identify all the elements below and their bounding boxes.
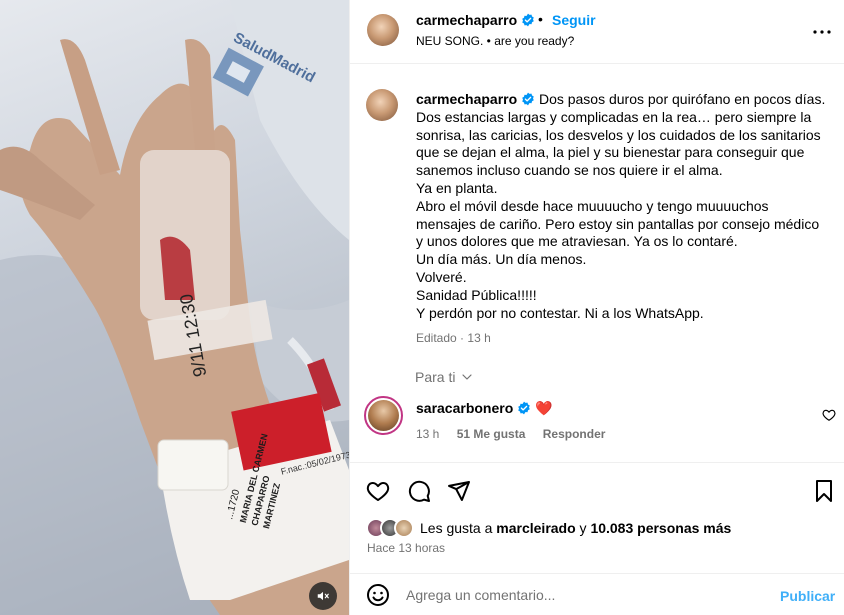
caption-username[interactable]: carmechaparro [416, 91, 517, 107]
hospital-photo: SaludMadrid 9/11 12:30 ...1720 MARIA DEL… [0, 0, 349, 615]
follow-button[interactable]: Seguir [552, 12, 596, 28]
caption-line: mensajes de cariño. Pero estoy sin panta… [416, 215, 820, 232]
action-bar [350, 462, 844, 510]
audio-track[interactable]: NEU SONG. • are you ready? [416, 34, 574, 48]
caption-line: y unos dolores que me atraviesan. Ya os … [416, 233, 738, 250]
caption-line: carmechaparro Dos pasos duros por quiróf… [416, 91, 836, 109]
caption-line: sanemos incluso cuando se nos quiere ir … [416, 162, 723, 179]
author-name-row: carmechaparro [416, 12, 535, 28]
likes-prefix: Les gusta a [420, 520, 493, 536]
more-horizontal-icon[interactable] [810, 20, 834, 44]
likes-text[interactable]: Les gusta a marcleirado y 10.083 persona… [420, 520, 731, 536]
comment-text: ❤️ [535, 400, 553, 416]
reply-button[interactable]: Responder [543, 427, 606, 441]
save-bookmark-icon[interactable] [812, 479, 836, 503]
publish-button[interactable]: Publicar [780, 588, 835, 604]
commenter-avatar[interactable] [364, 396, 403, 435]
comment-filter-dropdown[interactable]: Para ti [415, 369, 473, 385]
caption-line: sonrisa, las caricias, los desvelos y lo… [416, 126, 821, 143]
emoji-icon[interactable] [366, 583, 390, 607]
verified-badge-icon [518, 401, 530, 415]
post-caption: carmechaparro Dos pasos duros por quiróf… [416, 91, 836, 322]
caption-line: Ya en planta. [416, 179, 498, 196]
post-header: carmechaparro • Seguir NEU SONG. • are y… [350, 0, 844, 64]
comment-time[interactable]: 13 h [416, 427, 439, 441]
chevron-down-icon [462, 374, 472, 380]
add-comment-bar: Publicar [350, 573, 844, 615]
caption-time[interactable]: 13 h [467, 331, 490, 345]
comment-likes[interactable]: 51 Me gusta [457, 427, 526, 441]
liker-avatar[interactable] [394, 518, 414, 538]
commenter-username[interactable]: saracarbonero [416, 400, 513, 416]
likes-others[interactable]: 10.083 personas más [590, 520, 731, 536]
caption-text: Dos pasos duros por quirófano en pocos d… [538, 91, 826, 107]
caption-line: Sanidad Pública!!!!! [416, 286, 537, 303]
post-time-ago[interactable]: Hace 13 horas [367, 541, 445, 555]
separator-dot: • [538, 11, 543, 27]
like-comment-heart-icon[interactable] [822, 408, 836, 422]
verified-badge-icon [522, 92, 534, 106]
mute-button[interactable] [309, 582, 337, 610]
caption-line: Abro el móvil desde hace muuuucho y teng… [416, 197, 769, 214]
caption-line: Dos estancias largas y complicadas en la… [416, 108, 812, 125]
liker-username[interactable]: marcleirado [496, 520, 575, 536]
share-send-icon[interactable] [447, 479, 471, 503]
like-heart-icon[interactable] [366, 479, 390, 503]
caption-line: Volveré. [416, 268, 467, 285]
comment-meta: 13 h 51 Me gusta Responder [416, 427, 605, 441]
author-avatar[interactable] [367, 14, 399, 46]
comment-filter-label: Para ti [415, 369, 456, 385]
comment-input[interactable] [406, 582, 756, 608]
edited-label: Editado [416, 331, 457, 345]
comment-bubble-icon[interactable] [407, 479, 431, 503]
muted-speaker-icon [317, 591, 329, 601]
caption-line: Y perdón por no contestar. Ni a los What… [416, 304, 704, 321]
comment: saracarbonero ❤️ [416, 400, 553, 417]
caption-meta: Editado · 13 h [416, 331, 491, 345]
caption-line: que se dejan el alma, la piel y su biene… [416, 144, 805, 161]
author-username[interactable]: carmechaparro [416, 12, 517, 28]
post-media[interactable]: SaludMadrid 9/11 12:30 ...1720 MARIA DEL… [0, 0, 349, 615]
caption-line: Un día más. Un día menos. [416, 251, 587, 268]
post-details-panel: carmechaparro • Seguir NEU SONG. • are y… [349, 0, 844, 615]
likes-connector: y [579, 520, 587, 536]
caption-author-avatar[interactable] [366, 89, 398, 121]
verified-badge-icon [522, 13, 534, 27]
